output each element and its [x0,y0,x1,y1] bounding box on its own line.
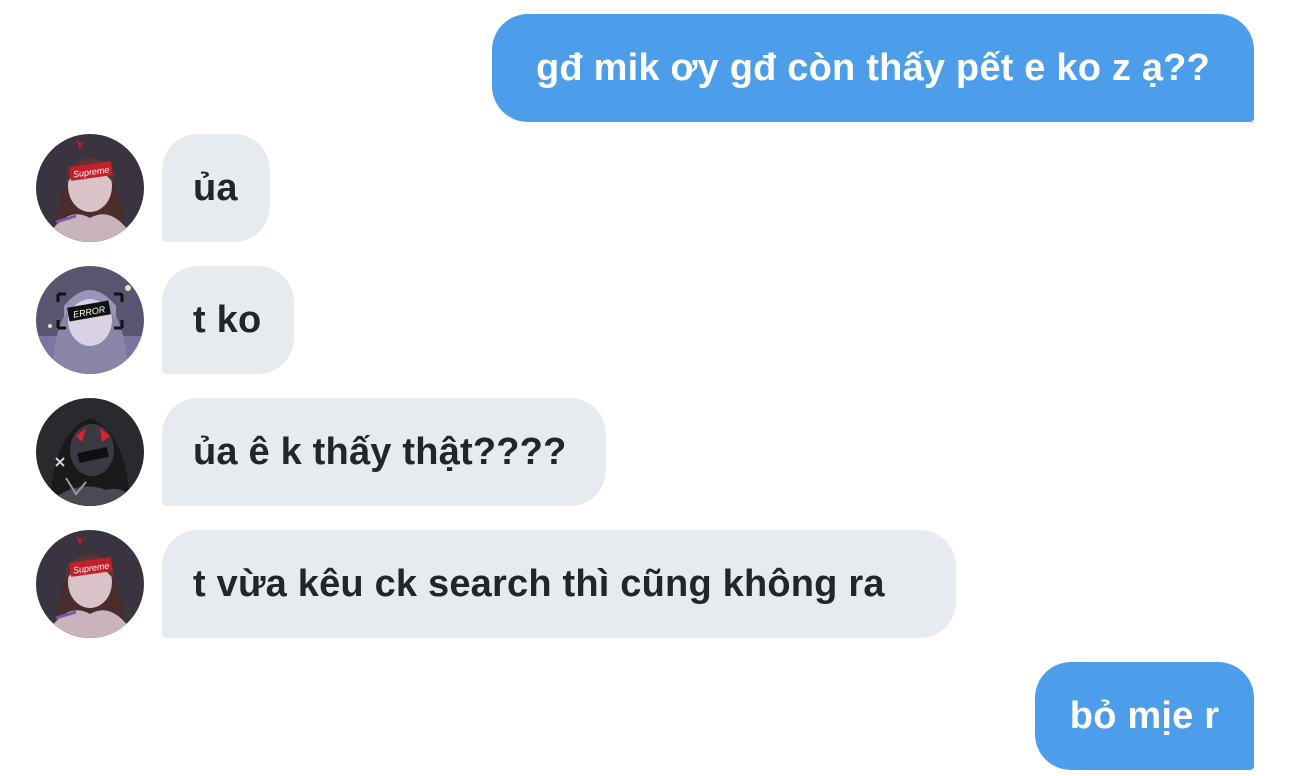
message-text: ủa ê k thấy thật???? [193,430,567,473]
avatar-error-girl-image: ERROR [36,266,144,374]
message-bubble-outgoing[interactable]: gđ mik ơy gđ còn thấy pết e ko z ạ?? [492,14,1254,122]
message-text: t vừa kêu ck search thì cũng không ra [193,562,885,605]
avatar-supreme-girl-image: Supreme [36,530,144,638]
message-bubble-incoming[interactable]: t ko [162,266,294,374]
avatar-dark-boy-image [36,398,144,506]
avatar[interactable] [36,398,144,506]
chat-thread: gđ mik ơy gđ còn thấy pết e ko z ạ?? Sup… [0,0,1290,776]
message-bubble-outgoing[interactable]: bỏ mịe r [1035,662,1254,770]
message-text: gđ mik ơy gđ còn thấy pết e ko z ạ?? [536,46,1210,89]
message-bubble-incoming[interactable]: t vừa kêu ck search thì cũng không ra [162,530,956,638]
message-text: ủa [193,166,238,209]
message-bubble-incoming[interactable]: ủa [162,134,270,242]
avatar-supreme-girl-image: Supreme [36,134,144,242]
message-text: bỏ mịe r [1069,694,1220,737]
avatar[interactable]: ERROR [36,266,144,374]
avatar[interactable]: Supreme [36,134,144,242]
avatar[interactable]: Supreme [36,530,144,638]
message-text: t ko [193,298,262,341]
message-bubble-incoming[interactable]: ủa ê k thấy thật???? [162,398,606,506]
